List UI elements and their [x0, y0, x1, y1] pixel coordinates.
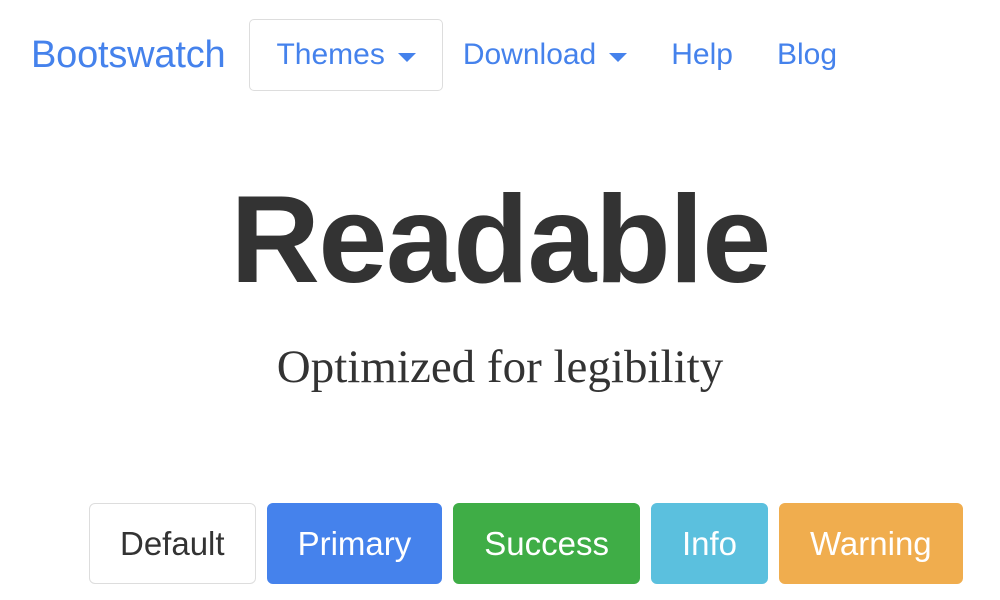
main-navbar: Bootswatch Themes Download Help Blog [0, 0, 1000, 110]
nav-dropdown-themes[interactable]: Themes [249, 19, 443, 91]
page-title: Readable [230, 171, 771, 309]
nav-link-help[interactable]: Help [671, 40, 733, 70]
button-primary[interactable]: Primary [266, 503, 443, 584]
button-warning[interactable]: Warning [779, 503, 963, 584]
button-default[interactable]: Default [89, 503, 256, 584]
button-info[interactable]: Info [650, 503, 768, 584]
theme-preview-page: Bootswatch Themes Download Help Blog Rea… [0, 0, 1000, 600]
button-success[interactable]: Success [453, 503, 640, 584]
button-sample-row: Default Primary Success Info Warning [89, 503, 963, 584]
nav-link-help-label: Help [671, 38, 733, 71]
nav-dropdown-themes-label: Themes [276, 38, 385, 71]
chevron-down-icon [397, 52, 416, 62]
nav-link-blog[interactable]: Blog [777, 40, 837, 70]
chevron-down-icon [609, 52, 628, 62]
nav-link-blog-label: Blog [776, 38, 837, 71]
page-subtitle: Optimized for legibility [276, 341, 724, 393]
nav-dropdown-download[interactable]: Download [462, 38, 628, 71]
nav-dropdown-download-label: Download [462, 38, 597, 71]
hero-section: Readable Optimized for legibility [0, 110, 1000, 394]
navbar-brand-bootswatch[interactable]: Bootswatch [31, 36, 226, 74]
